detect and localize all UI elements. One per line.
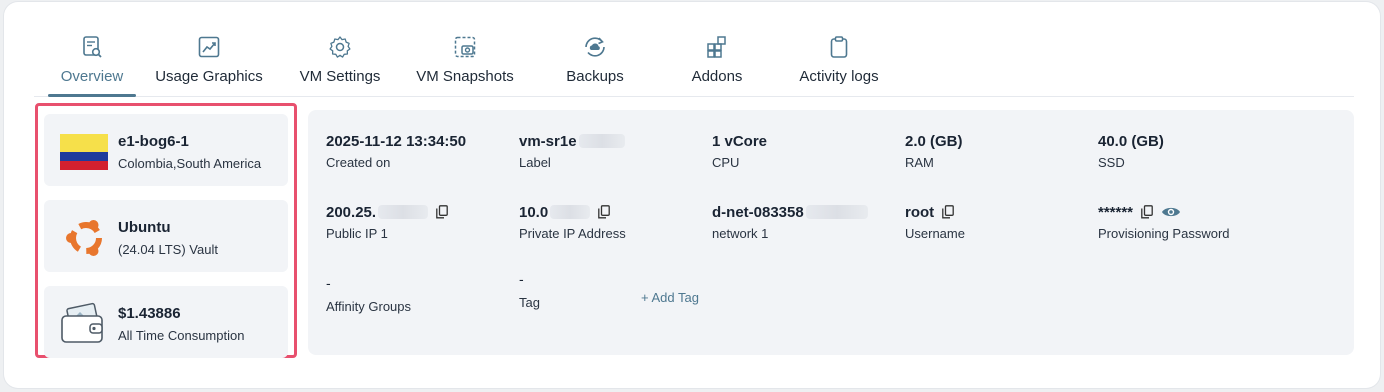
- ram-value: 2.0 (GB): [905, 132, 963, 150]
- summary-highlight-box: e1-bog6-1 Colombia,South America Ubuntu …: [35, 103, 297, 358]
- vm-label-value: vm-sr1e: [519, 132, 577, 150]
- private-ip-value: 10.0: [519, 203, 549, 221]
- camera-snapshot-icon: [454, 36, 476, 58]
- os-version: (24.04 LTS) Vault: [118, 242, 218, 257]
- tab-addons[interactable]: Addons: [686, 32, 748, 98]
- tag-label: Tag: [519, 295, 540, 310]
- tab-label: VM Settings: [299, 68, 381, 85]
- tag-value: -: [519, 271, 524, 287]
- created-on-field: 2025-11-12 13:34:50 Created on: [326, 131, 467, 171]
- grid-plus-icon: [707, 36, 726, 58]
- ssd-label: SSD: [1098, 155, 1125, 170]
- public-ip-value: 200.25.: [326, 203, 377, 221]
- username-label: Username: [905, 226, 965, 241]
- gear-icon: [329, 36, 351, 58]
- billing-tile: $1.43886 All Time Consumption: [44, 286, 288, 358]
- copy-icon[interactable]: [1141, 205, 1153, 219]
- eye-icon[interactable]: [1161, 205, 1181, 219]
- created-on-label: Created on: [326, 155, 391, 170]
- cpu-label: CPU: [712, 155, 740, 170]
- redacted-text: [550, 205, 591, 219]
- tab-overview[interactable]: Overview: [48, 32, 136, 98]
- cloud-sync-icon: [585, 37, 605, 57]
- tab-vm-snapshots[interactable]: VM Snapshots: [410, 32, 520, 98]
- username-value: root: [905, 203, 935, 221]
- ssd-value: 40.0 (GB): [1098, 132, 1164, 150]
- tag-field: - Tag: [519, 269, 540, 310]
- ubuntu-logo-icon: [66, 220, 102, 256]
- tab-usage-graphics[interactable]: Usage Graphics: [146, 32, 272, 98]
- location-region: Colombia,South America: [118, 156, 262, 171]
- cpu-value: 1 vCore: [712, 132, 768, 150]
- vm-label-label: Label: [519, 155, 551, 170]
- network-value: d-net-083358: [712, 203, 804, 221]
- tab-label: Addons: [691, 68, 743, 85]
- redacted-text: [805, 205, 868, 219]
- add-tag-link[interactable]: + Add Tag: [641, 290, 699, 305]
- password-label: Provisioning Password: [1098, 226, 1230, 241]
- chart-trend-icon: [198, 36, 220, 58]
- billing-label: All Time Consumption: [118, 328, 245, 343]
- colombia-flag-icon: [60, 134, 108, 170]
- password-field: ****** Provisioning Password: [1098, 202, 1230, 242]
- private-ip-label: Private IP Address: [519, 226, 626, 241]
- wallet-icon: [61, 302, 103, 343]
- tab-vm-settings[interactable]: VM Settings: [292, 32, 388, 98]
- location-tile: e1-bog6-1 Colombia,South America: [44, 114, 288, 186]
- tab-label: Usage Graphics: [155, 68, 263, 85]
- private-ip-field: 10.0 Private IP Address: [519, 202, 626, 242]
- copy-icon[interactable]: [598, 205, 611, 219]
- username-field: root Username: [905, 202, 965, 242]
- tab-bar: Overview Usage Graphics VM Settings VM S…: [34, 32, 1354, 98]
- tab-label: Activity logs: [799, 68, 879, 85]
- network-label: network 1: [712, 226, 769, 241]
- public-ip-field: 200.25. Public IP 1: [326, 202, 448, 241]
- location-name: e1-bog6-1: [118, 133, 189, 150]
- vm-detail-card: Overview Usage Graphics VM Settings VM S…: [4, 2, 1380, 388]
- billing-amount: $1.43886: [118, 305, 181, 322]
- ssd-field: 40.0 (GB) SSD: [1098, 131, 1164, 171]
- active-tab-indicator: [48, 94, 136, 97]
- os-name: Ubuntu: [118, 219, 171, 236]
- ram-label: RAM: [905, 155, 934, 170]
- copy-icon[interactable]: [436, 205, 448, 219]
- redacted-text: [378, 205, 429, 219]
- created-on-value: 2025-11-12 13:34:50: [326, 132, 467, 150]
- clipboard-icon: [830, 36, 848, 58]
- cpu-field: 1 vCore CPU: [712, 131, 768, 171]
- document-search-icon: [83, 36, 102, 58]
- network-field: d-net-083358 network 1: [712, 202, 868, 241]
- redacted-text: [578, 134, 625, 148]
- tab-label: Overview: [60, 68, 124, 85]
- public-ip-label: Public IP 1: [326, 226, 388, 241]
- tab-label: VM Snapshots: [416, 68, 514, 85]
- affinity-groups-label: Affinity Groups: [326, 299, 412, 314]
- tab-label: Backups: [566, 68, 624, 85]
- ram-field: 2.0 (GB) RAM: [905, 131, 963, 171]
- copy-icon[interactable]: [942, 205, 955, 219]
- affinity-groups-field: - Affinity Groups: [326, 273, 411, 314]
- os-tile: Ubuntu (24.04 LTS) Vault: [44, 200, 288, 272]
- affinity-groups-value: -: [326, 275, 331, 291]
- password-value: ******: [1098, 203, 1134, 221]
- label-field: vm-sr1e Label: [519, 131, 625, 170]
- tab-backups[interactable]: Backups: [554, 32, 636, 98]
- tab-activity-logs[interactable]: Activity logs: [792, 32, 886, 98]
